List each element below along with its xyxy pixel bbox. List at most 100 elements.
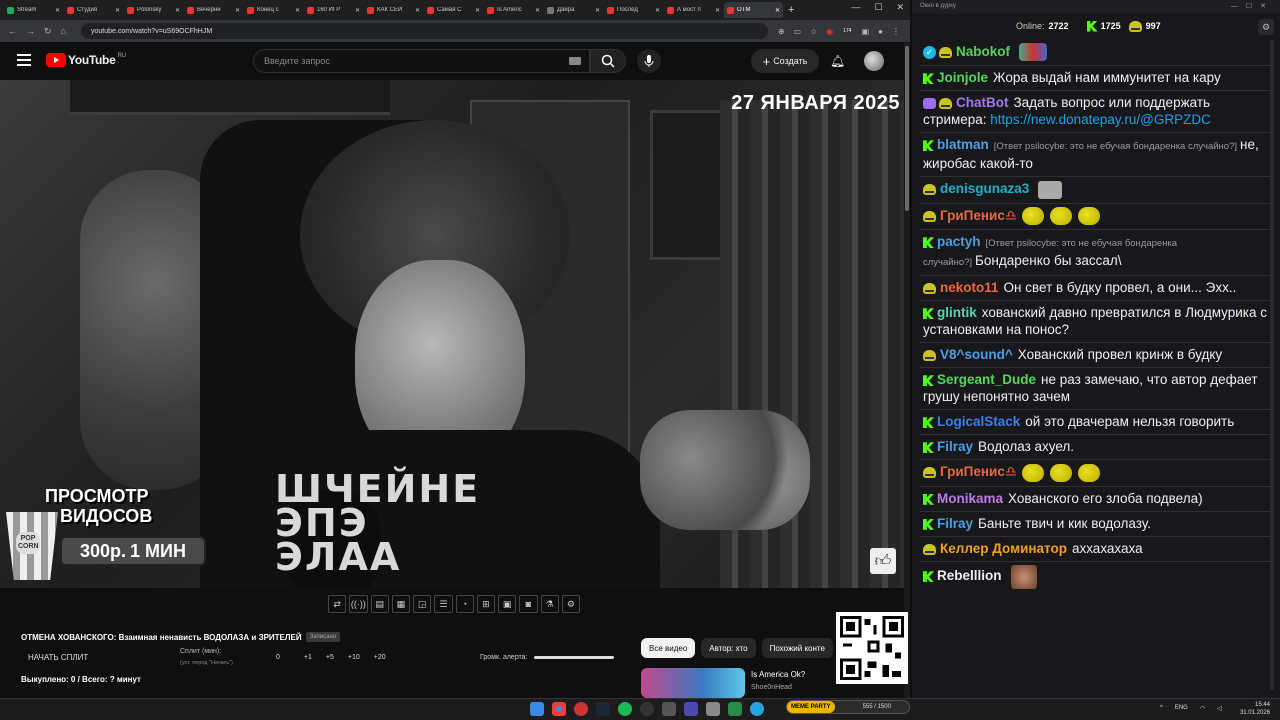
recommended-thumbnail[interactable] (641, 668, 745, 698)
tab-close-icon[interactable]: ✕ (535, 7, 540, 14)
avatar[interactable] (864, 51, 884, 71)
split-value[interactable]: +5 (326, 654, 334, 661)
app-icon[interactable] (662, 702, 676, 716)
volume-icon[interactable]: ◁ (1217, 705, 1222, 712)
bell-icon[interactable]: 🔔︎ (830, 54, 845, 68)
clapper-icon[interactable]: ▦ (391, 595, 410, 613)
add-icon[interactable]: ⊞ (476, 595, 495, 613)
tab-close-icon[interactable]: ✕ (115, 7, 120, 14)
video-player[interactable]: ШЧЕЙНЕ ЭПЭ ЭЛАА 27 ЯНВАРЯ 2025 POP CORN … (0, 80, 904, 588)
keyboard-icon[interactable] (569, 57, 581, 65)
menu-burger-icon[interactable] (17, 54, 31, 66)
chip-author[interactable]: Автор: хто (701, 638, 756, 658)
lang-indicator[interactable]: ENG (1175, 705, 1188, 712)
split-value[interactable]: +10 (348, 654, 360, 661)
start-split-button[interactable]: НАЧАТЬ СПЛИТ (28, 653, 88, 662)
browser-tab[interactable]: Polonsky ✕ (124, 2, 183, 18)
create-button[interactable]: + Создать (751, 49, 819, 73)
chat-scrollbar[interactable] (1270, 40, 1274, 690)
files-icon[interactable] (706, 702, 720, 716)
home-icon[interactable]: ⌂ (61, 26, 66, 36)
search-input[interactable]: Введите запрос (253, 49, 590, 73)
browser-tab[interactable]: 160 ИГР ✕ (304, 2, 363, 18)
settings-icon[interactable]: ⚙ (561, 595, 580, 613)
start-icon[interactable] (530, 702, 544, 716)
tab-close-icon[interactable]: ✕ (475, 7, 480, 14)
voice-search-button[interactable] (637, 49, 661, 73)
chat-username[interactable]: Monikama (937, 491, 1003, 506)
chat-username[interactable]: ГриПенис♎ (940, 208, 1017, 223)
maximize-icon[interactable]: ☐ (874, 2, 882, 13)
opera-icon[interactable]: ◉ (826, 27, 833, 36)
telegram-icon[interactable] (750, 702, 764, 716)
alert-volume-slider[interactable] (533, 656, 614, 659)
chrome-icon[interactable] (552, 702, 566, 716)
playlist-icon[interactable]: ☰ (434, 595, 453, 613)
chat-username[interactable]: Nabokof (956, 44, 1010, 59)
chat-username[interactable]: nekoto11 (940, 280, 999, 295)
browser-tab[interactable]: Stream ✕ (4, 2, 63, 18)
tab-close-icon[interactable]: ✕ (355, 7, 360, 14)
recommended-title[interactable]: Is America Ok? (751, 670, 805, 679)
tab-close-icon[interactable]: ✕ (235, 7, 240, 14)
split-value[interactable]: +20 (374, 654, 386, 661)
chat-username[interactable]: denisgunaza3 (940, 181, 1029, 196)
url-field[interactable]: youtube.com/watch?v=uS69OCFhHJM (80, 23, 768, 39)
chat-username[interactable]: blatman (937, 137, 989, 152)
chat-username[interactable]: Filray (937, 516, 973, 531)
speed-icon[interactable]: ◔ (455, 595, 474, 613)
chat-username[interactable]: Joinjole (937, 70, 988, 85)
loop-icon[interactable]: ⇄ (328, 595, 347, 613)
tray-up-icon[interactable]: ^ (1160, 705, 1163, 712)
tab-close-icon[interactable]: ✕ (775, 7, 780, 14)
browser-tab[interactable]: Вечерни ✕ (184, 2, 243, 18)
resize-icon[interactable]: ▣ (498, 595, 517, 613)
chat-username[interactable]: Rebelllion (937, 568, 1002, 583)
steam-icon[interactable] (596, 702, 610, 716)
opera-icon[interactable] (574, 702, 588, 716)
tab-close-icon[interactable]: ✕ (295, 7, 300, 14)
chat-username[interactable]: LogicalStack (937, 414, 1020, 429)
back-icon[interactable]: ← (8, 26, 17, 36)
menu-icon[interactable]: ⋮ (892, 27, 900, 36)
camera-icon[interactable]: ◙ (519, 595, 538, 613)
recommended-channel[interactable]: Shoe0nHead (751, 684, 792, 691)
browser-tab[interactable]: Студия ✕ (64, 2, 123, 18)
account-icon[interactable]: ● (878, 27, 883, 36)
page-scrollbar[interactable] (904, 42, 910, 698)
queue-icon[interactable]: ▤ (370, 595, 389, 613)
split-value[interactable]: 0 (276, 654, 280, 661)
chat-window-controls[interactable]: —☐✕ (1231, 2, 1274, 10)
browser-tab[interactable]: Is Americ ✕ (484, 2, 543, 18)
media-icon[interactable] (684, 702, 698, 716)
chat-username[interactable]: glintik (937, 305, 977, 320)
chat-username[interactable]: Келлер Доминатор (940, 541, 1067, 556)
tab-close-icon[interactable]: ✕ (655, 7, 660, 14)
extension-badge[interactable]: 174 (842, 26, 853, 36)
scrollbar-thumb[interactable] (905, 46, 909, 211)
flask-icon[interactable]: ⚗ (540, 595, 559, 613)
obs-icon[interactable] (640, 702, 654, 716)
new-tab-button[interactable]: + (788, 4, 794, 16)
chat-username[interactable]: ChatBot (956, 95, 1009, 110)
star-icon[interactable]: ☆ (810, 27, 817, 36)
extension-icon[interactable]: ▣ (862, 27, 870, 36)
picture-in-picture-icon[interactable]: ◲ (413, 595, 432, 613)
tab-close-icon[interactable]: ✕ (715, 7, 720, 14)
tab-close-icon[interactable]: ✕ (55, 7, 60, 14)
browser-tab[interactable]: КАК СЕЙ ✕ (364, 2, 423, 18)
browser-tab[interactable]: Дäйра ✕ (544, 2, 603, 18)
browser-tab[interactable]: Послед ✕ (604, 2, 663, 18)
chip-similar[interactable]: Похожий конте (761, 638, 833, 658)
youtube-logo[interactable]: YouTube RU (46, 53, 126, 67)
spotify-icon[interactable] (618, 702, 632, 716)
tab-close-icon[interactable]: ✕ (415, 7, 420, 14)
chat-settings-icon[interactable]: ⚙ (1258, 19, 1274, 35)
browser-tab[interactable]: Самая С ✕ (424, 2, 483, 18)
browser-tab[interactable]: ОТМ ✕ (724, 2, 783, 18)
tab-close-icon[interactable]: ✕ (595, 7, 600, 14)
chat-username[interactable]: Sergeant_Dude (937, 372, 1036, 387)
donate-link[interactable]: https://new.donatepay.ru/@GRPZDC (990, 112, 1211, 127)
broadcast-icon[interactable]: ((·)) (349, 595, 368, 613)
grid-icon[interactable] (728, 702, 742, 716)
